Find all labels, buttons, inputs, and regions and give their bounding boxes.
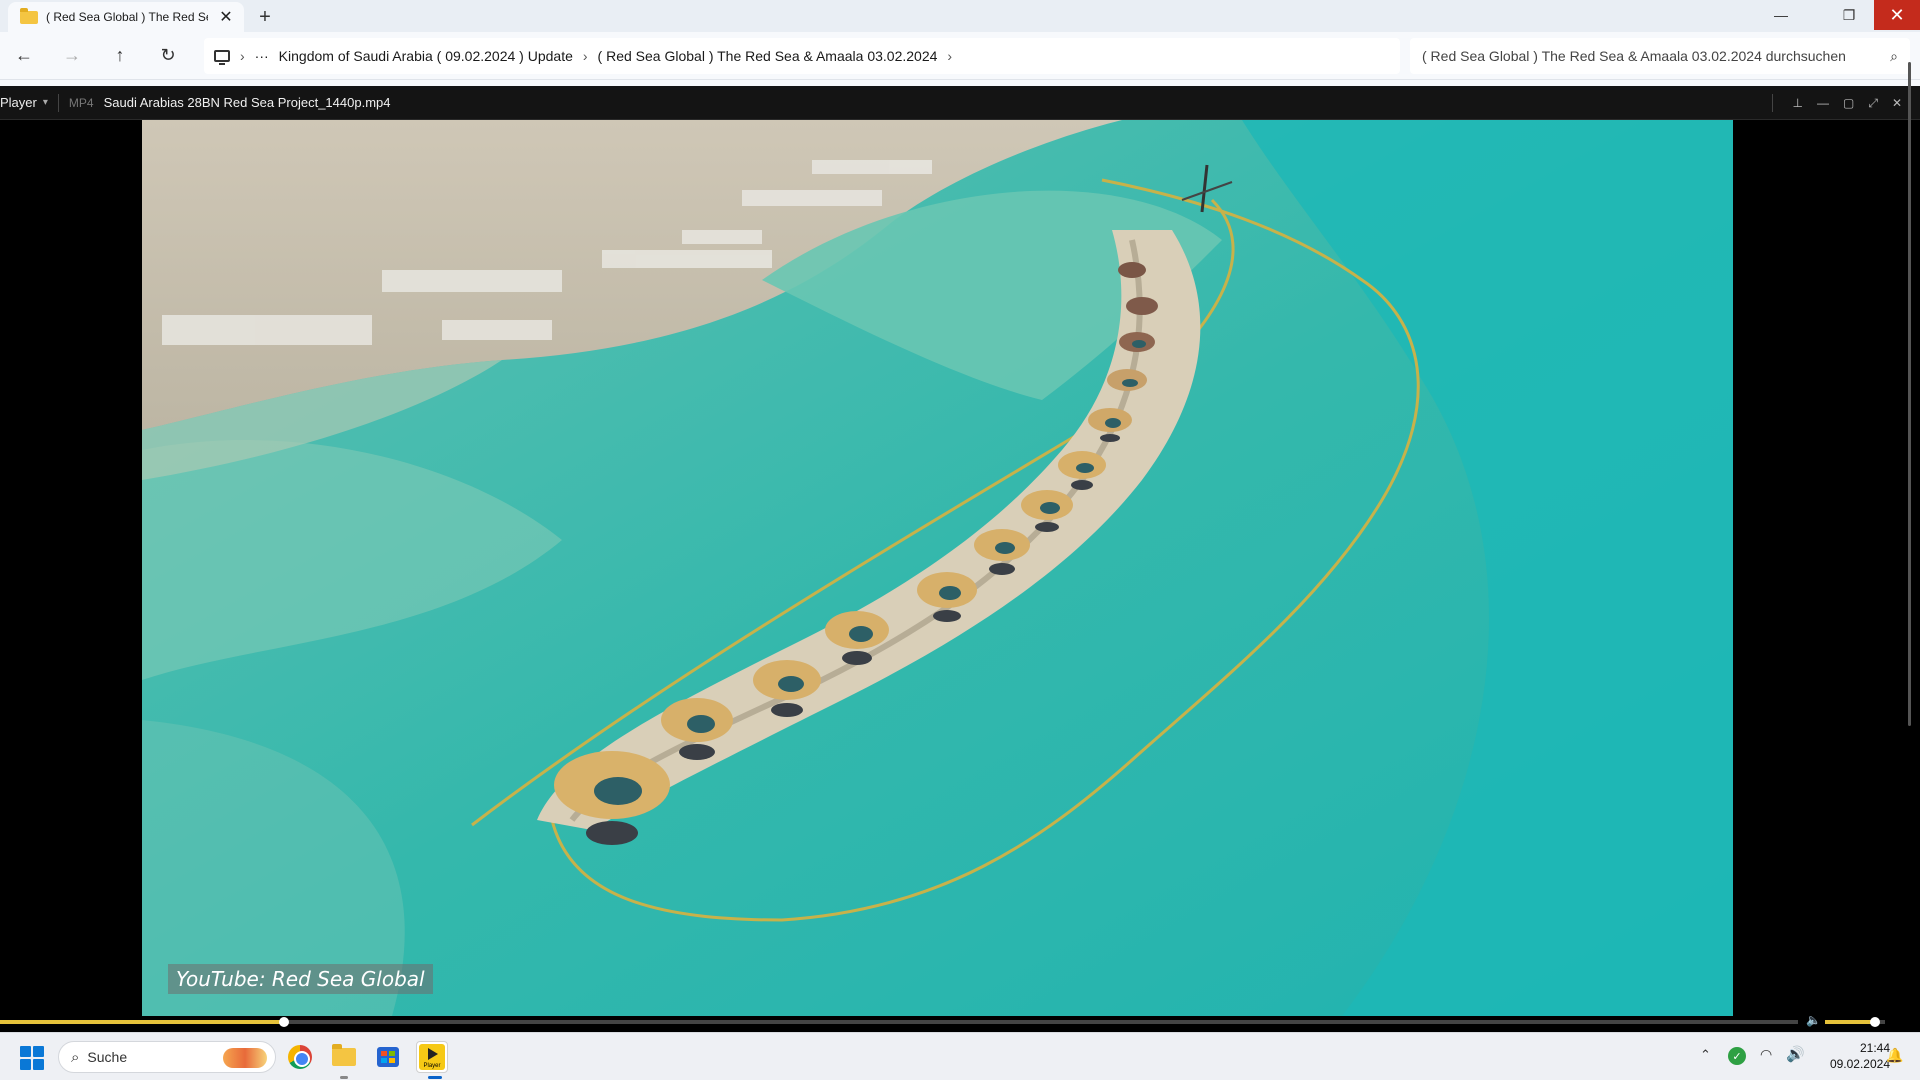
system-clock[interactable]: 21:44 09.02.2024 bbox=[1810, 1040, 1890, 1072]
refresh-icon: ↻ bbox=[160, 45, 176, 65]
clock-date: 09.02.2024 bbox=[1829, 1057, 1890, 1071]
restore-button[interactable]: ❐ bbox=[1826, 0, 1872, 30]
minimize-icon[interactable]: — bbox=[1817, 96, 1829, 110]
windows-start-icon[interactable] bbox=[20, 1046, 44, 1070]
running-indicator bbox=[340, 1076, 348, 1079]
address-bar[interactable]: › ··· Kingdom of Saudi Arabia ( 09.02.20… bbox=[204, 38, 1400, 74]
tab-red-sea-global[interactable]: ( Red Sea Global ) The Red Sea ✕ bbox=[8, 2, 244, 32]
active-indicator bbox=[428, 1076, 442, 1079]
player-header: Player ▾ MP4 Saudi Arabias 28BN Red Sea … bbox=[0, 86, 1920, 120]
close-window-button[interactable]: ✕ bbox=[1874, 0, 1920, 30]
volume-icon[interactable]: 🔈 bbox=[1806, 1013, 1821, 1027]
file-explorer-icon[interactable] bbox=[328, 1041, 360, 1073]
chrome-icon[interactable] bbox=[284, 1041, 316, 1073]
ellipsis-icon[interactable]: ··· bbox=[255, 48, 269, 64]
chevron-down-icon: ▾ bbox=[42, 97, 48, 108]
maximize-icon[interactable]: ▢ bbox=[1843, 96, 1854, 110]
notification-bell-icon[interactable]: 🔔 bbox=[1886, 1047, 1903, 1064]
breadcrumb-red-sea[interactable]: ( Red Sea Global ) The Red Sea & Amaala … bbox=[598, 48, 938, 64]
breadcrumb-kingdom[interactable]: Kingdom of Saudi Arabia ( 09.02.2024 ) U… bbox=[279, 48, 573, 64]
monitor-icon bbox=[214, 50, 230, 65]
back-button[interactable]: ← bbox=[0, 36, 48, 76]
taskbar-search-label: Suche bbox=[87, 1049, 128, 1065]
video-watermark: YouTube: Red Sea Global bbox=[168, 964, 433, 994]
close-icon[interactable]: ✕ bbox=[1892, 96, 1902, 110]
seek-bar[interactable] bbox=[0, 1017, 1798, 1027]
divider bbox=[57, 93, 59, 112]
chevron-up-icon[interactable]: ⌃ bbox=[1700, 1047, 1711, 1063]
explorer-titlebar: ( Red Sea Global ) The Red Sea ✕ + bbox=[0, 0, 1920, 32]
speaker-icon[interactable]: 🔊 bbox=[1786, 1045, 1805, 1063]
arrow-left-icon: ← bbox=[15, 45, 33, 65]
microsoft-store-icon[interactable] bbox=[372, 1041, 404, 1073]
chevron-right-icon[interactable]: › bbox=[240, 48, 245, 64]
format-badge: MP4 bbox=[68, 95, 94, 110]
arrow-up-icon: ↑ bbox=[115, 45, 125, 65]
volume-slider[interactable] bbox=[1825, 1017, 1885, 1027]
chevron-right-icon[interactable]: › bbox=[583, 48, 588, 64]
search-icon: ⌕ bbox=[71, 1048, 80, 1066]
fullscreen-icon[interactable]: ⤢ bbox=[1868, 96, 1878, 111]
security-shield-icon[interactable]: ✓ bbox=[1728, 1047, 1746, 1065]
search-placeholder: ( Red Sea Global ) The Red Sea & Amaala … bbox=[1422, 48, 1846, 64]
forward-button[interactable]: → bbox=[48, 36, 96, 76]
player-window-controls: ⊥ — ▢ ⤢ ✕ bbox=[1793, 86, 1902, 120]
seek-bar-fill bbox=[0, 1020, 285, 1024]
vertical-scrollbar[interactable] bbox=[1908, 62, 1911, 726]
folder-search-box[interactable]: ( Red Sea Global ) The Red Sea & Amaala … bbox=[1410, 38, 1910, 74]
media-player: Player ▾ MP4 Saudi Arabias 28BN Red Sea … bbox=[0, 86, 1920, 1032]
file-title: Saudi Arabias 28BN Red Sea Project_1440p… bbox=[103, 95, 391, 110]
player-menu-button[interactable]: Player ▾ bbox=[0, 86, 56, 119]
arrow-right-icon: → bbox=[63, 45, 81, 65]
wifi-icon[interactable]: ◠ bbox=[1760, 1046, 1772, 1063]
taskbar: ⌕ Suche Player ⌃ ✓ ◠ 🔊 21:44 09.02.2024 … bbox=[0, 1032, 1920, 1080]
divider bbox=[1772, 94, 1773, 112]
pin-icon[interactable]: ⊥ bbox=[1793, 96, 1803, 110]
up-button[interactable]: ↑ bbox=[96, 36, 144, 76]
folder-icon bbox=[20, 7, 38, 24]
player-menu-label: Player bbox=[0, 95, 37, 110]
new-tab-button[interactable]: + bbox=[250, 2, 280, 32]
clock-time: 21:44 bbox=[1859, 1041, 1890, 1055]
tab-close-button[interactable]: ✕ bbox=[216, 7, 236, 27]
minimize-button[interactable]: — bbox=[1758, 0, 1804, 30]
chevron-right-icon[interactable]: › bbox=[947, 48, 952, 64]
search-icon: ⌕ bbox=[1890, 47, 1898, 64]
refresh-button[interactable]: ↻ bbox=[144, 36, 192, 76]
video-frame[interactable]: YouTube: Red Sea Global bbox=[142, 120, 1733, 1016]
search-highlight-icon bbox=[223, 1048, 267, 1068]
tab-title: ( Red Sea Global ) The Red Sea bbox=[46, 10, 208, 24]
seek-handle[interactable] bbox=[279, 1017, 290, 1027]
volume-handle[interactable] bbox=[1869, 1017, 1880, 1027]
volume-fill bbox=[1825, 1020, 1875, 1024]
explorer-navbar: ← → ↑ ↻ › ··· Kingdom of Saudi Arabia ( … bbox=[0, 32, 1920, 80]
taskbar-search[interactable]: ⌕ Suche bbox=[58, 1041, 276, 1073]
video-image bbox=[142, 120, 1733, 1016]
player-icon[interactable]: Player bbox=[416, 1041, 448, 1073]
